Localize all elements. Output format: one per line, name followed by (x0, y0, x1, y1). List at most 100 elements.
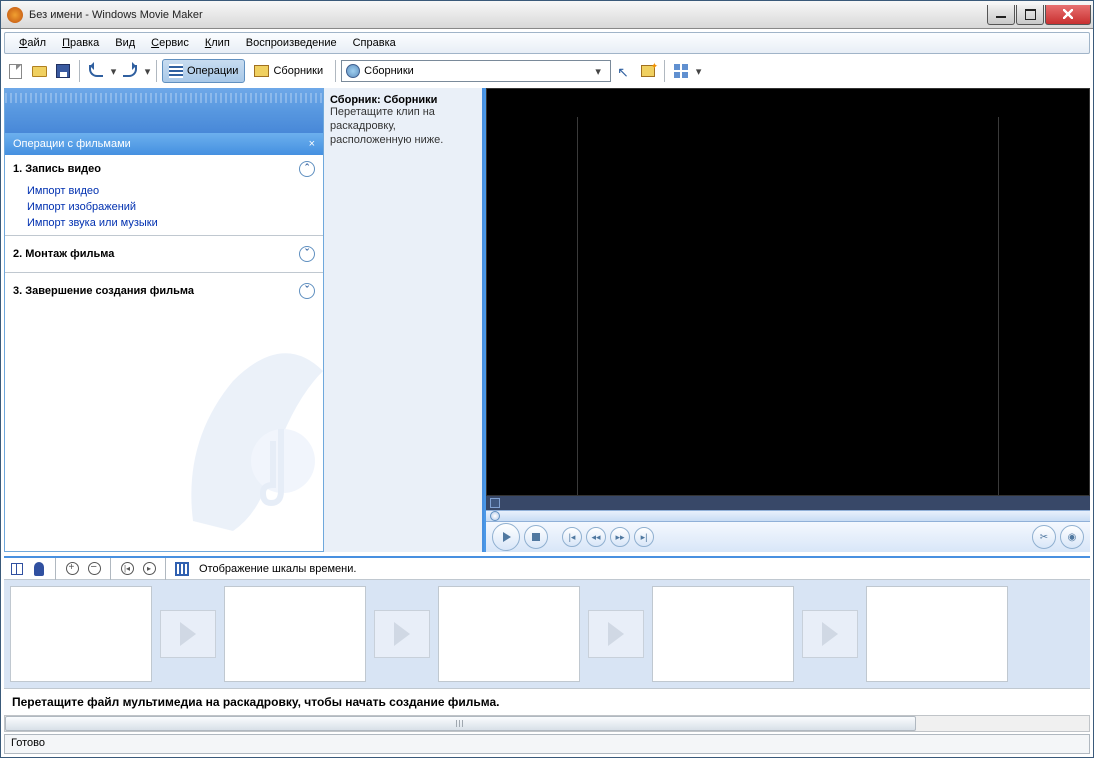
transition-slot[interactable] (588, 610, 644, 658)
chevron-down-icon: ˇ (299, 283, 315, 299)
divider (5, 272, 323, 273)
fullscreen-icon[interactable] (490, 498, 500, 508)
storyboard-slot[interactable] (224, 586, 366, 682)
chevron-down-icon: ˇ (299, 246, 315, 262)
tasks-pane: Операции с фильмами × 1. Запись видео ˆ … (4, 88, 324, 552)
views-dropdown[interactable]: ▾ (695, 68, 702, 75)
collections-toggle-button[interactable]: Сборники (247, 59, 330, 83)
menu-play[interactable]: Воспроизведение (238, 35, 345, 51)
zoom-in-button[interactable] (63, 560, 81, 578)
storyboard-hint: Перетащите файл мультимедиа на раскадров… (4, 688, 1090, 715)
preview-footer-bar (486, 496, 1090, 510)
storyboard-slot[interactable] (438, 586, 580, 682)
arrow-right-icon (608, 622, 624, 646)
collections-icon (254, 65, 269, 77)
tasks-section-finish[interactable]: 3. Завершение создания фильма ˇ (5, 277, 323, 305)
tasks-close-icon[interactable]: × (309, 138, 315, 150)
document-icon (9, 64, 22, 79)
stop-button[interactable] (524, 525, 548, 549)
menu-view[interactable]: Вид (107, 35, 143, 51)
menu-edit[interactable]: Правка (54, 35, 107, 51)
combo-dropdown-icon[interactable]: ▾ (590, 65, 606, 78)
storyboard-slot[interactable] (652, 586, 794, 682)
play-icon (503, 532, 511, 542)
transition-slot[interactable] (374, 610, 430, 658)
video-preview[interactable] (486, 88, 1090, 496)
new-collection-button[interactable] (637, 60, 659, 82)
rewind-start-button[interactable]: |◂ (562, 527, 582, 547)
collection-header: Сборник: Сборники Перетащите клип на рас… (324, 88, 482, 151)
menu-clip-label: лип (211, 37, 230, 49)
menu-file[interactable]: Файл (11, 35, 54, 51)
preview-left-guide (577, 117, 578, 495)
open-button[interactable] (28, 60, 50, 82)
combo-value: Сборники (364, 65, 414, 77)
undo-button[interactable] (85, 60, 107, 82)
prev-frame-button[interactable]: ◂◂ (586, 527, 606, 547)
next-frame-button[interactable]: ▸▸ (610, 527, 630, 547)
collection-pane: Сборник: Сборники Перетащите клип на рас… (324, 88, 484, 552)
timeline-play-button[interactable]: ▸ (140, 560, 158, 578)
seek-bar[interactable] (486, 510, 1090, 522)
tasks-section-capture[interactable]: 1. Запись видео ˆ (5, 155, 323, 183)
redo-icon (123, 65, 137, 77)
up-level-button[interactable] (613, 60, 635, 82)
forward-end-button[interactable]: ▸| (634, 527, 654, 547)
collections-label: Сборники (273, 65, 323, 77)
minimize-button[interactable] (987, 5, 1015, 25)
tasks-label: Операции (187, 65, 238, 77)
close-button[interactable] (1045, 5, 1091, 25)
main-area: Операции с фильмами × 1. Запись видео ˆ … (4, 88, 1090, 552)
save-button[interactable] (52, 60, 74, 82)
menu-clip[interactable]: Клип (197, 35, 238, 51)
transition-slot[interactable] (160, 610, 216, 658)
timeline-toggle-label[interactable]: Отображение шкалы времени. (199, 563, 356, 575)
set-height-button[interactable] (8, 560, 26, 578)
status-bar: Готово (4, 734, 1090, 754)
timeline-rewind-button[interactable]: |◂ (118, 560, 136, 578)
maximize-button[interactable] (1016, 5, 1044, 25)
new-project-button[interactable] (4, 60, 26, 82)
floppy-icon (56, 64, 70, 78)
storyboard-slot[interactable] (10, 586, 152, 682)
status-text: Готово (11, 737, 45, 749)
divider (5, 235, 323, 236)
scrollbar-thumb[interactable] (5, 716, 916, 731)
take-photo-button[interactable]: ◉ (1060, 525, 1084, 549)
narrate-button[interactable] (30, 560, 48, 578)
redo-button[interactable] (119, 60, 141, 82)
views-button[interactable] (670, 60, 692, 82)
task-import-images[interactable]: Импорт изображений (5, 199, 323, 215)
zoom-in-icon (66, 562, 79, 575)
menu-service-label: ервис (159, 37, 189, 49)
undo-dropdown[interactable]: ▾ (110, 68, 117, 75)
titlebar[interactable]: Без имени - Windows Movie Maker (1, 1, 1093, 29)
stop-icon (532, 533, 540, 541)
timeline-view-icon (175, 562, 189, 576)
seek-thumb[interactable] (490, 511, 500, 521)
task-import-audio[interactable]: Импорт звука или музыки (5, 215, 323, 231)
redo-dropdown[interactable]: ▾ (144, 68, 151, 75)
timeline-view-toggle[interactable] (173, 560, 191, 578)
storyboard[interactable] (4, 580, 1090, 688)
storyboard-slot[interactable] (866, 586, 1008, 682)
views-icon (674, 64, 688, 78)
task-import-video[interactable]: Импорт видео (5, 183, 323, 199)
tasks-toggle-button[interactable]: Операции (162, 59, 245, 83)
horizontal-scrollbar[interactable] (4, 715, 1090, 732)
separator (156, 60, 157, 82)
play-button[interactable] (492, 523, 520, 551)
collection-name: Сборники (384, 94, 438, 106)
zoom-out-button[interactable] (85, 560, 103, 578)
tasks-title: Операции с фильмами (13, 138, 131, 150)
app-window: Без имени - Windows Movie Maker Файл Пра… (0, 0, 1094, 758)
menu-help[interactable]: Справка (345, 35, 404, 51)
section-title: 1. Запись видео (13, 163, 101, 175)
collections-combo[interactable]: Сборники ▾ (341, 60, 611, 82)
section-title: 2. Монтаж фильма (13, 248, 114, 260)
menu-service[interactable]: Сервис (143, 35, 197, 51)
tasks-section-edit[interactable]: 2. Монтаж фильма ˇ (5, 240, 323, 268)
transition-slot[interactable] (802, 610, 858, 658)
split-clip-button[interactable]: ✂ (1032, 525, 1056, 549)
arrow-right-icon (822, 622, 838, 646)
